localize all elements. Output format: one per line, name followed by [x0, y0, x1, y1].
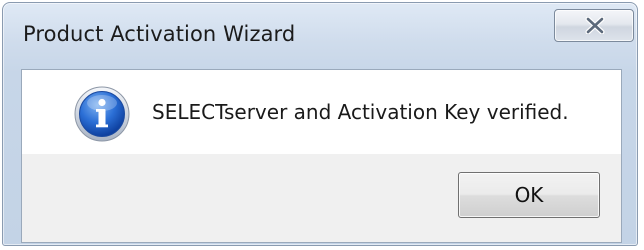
dialog-body: SELECTserver and Activation Key verified… — [21, 69, 622, 243]
window-title: Product Activation Wizard — [23, 22, 296, 46]
close-button[interactable] — [554, 9, 634, 42]
ok-button[interactable]: OK — [458, 172, 600, 218]
info-icon — [74, 86, 130, 142]
close-icon — [585, 17, 605, 34]
dialog-window: Product Activation Wizard SELECTserver a… — [2, 2, 638, 246]
message-panel: SELECTserver and Activation Key verified… — [22, 70, 621, 154]
dialog-message: SELECTserver and Activation Key verified… — [152, 100, 569, 124]
